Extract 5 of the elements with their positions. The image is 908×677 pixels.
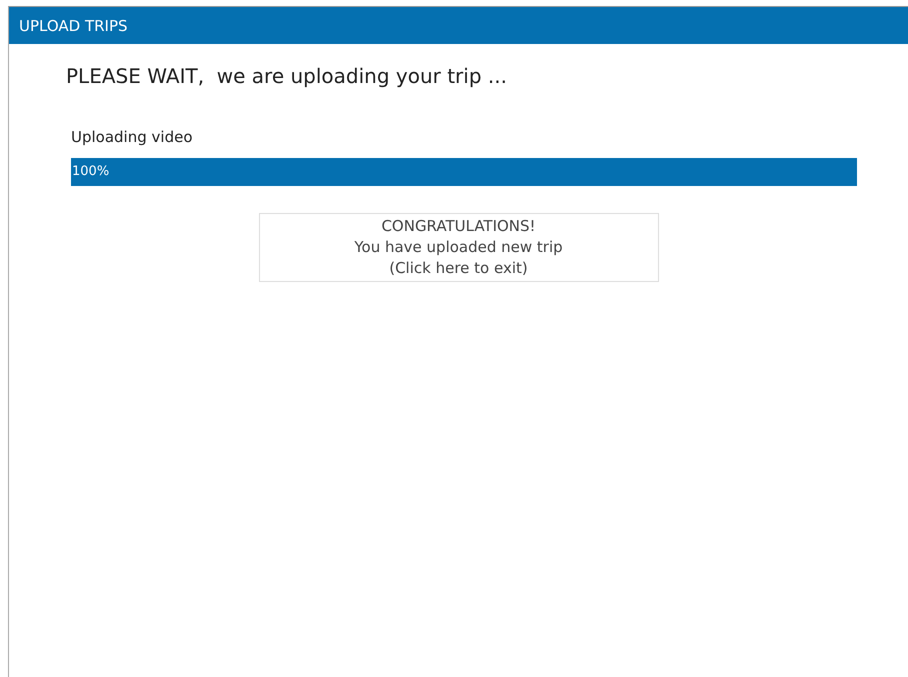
exit-button[interactable]: CONGRATULATIONS! You have uploaded new trip (Click here to exit): [258, 213, 658, 282]
window-title: UPLOAD TRIPS: [9, 7, 908, 44]
progress-reading: 100%: [72, 164, 110, 179]
heading: PLEASE WAIT, we are uploading your trip ...: [66, 64, 507, 88]
progress-label: Uploading video: [71, 128, 192, 146]
